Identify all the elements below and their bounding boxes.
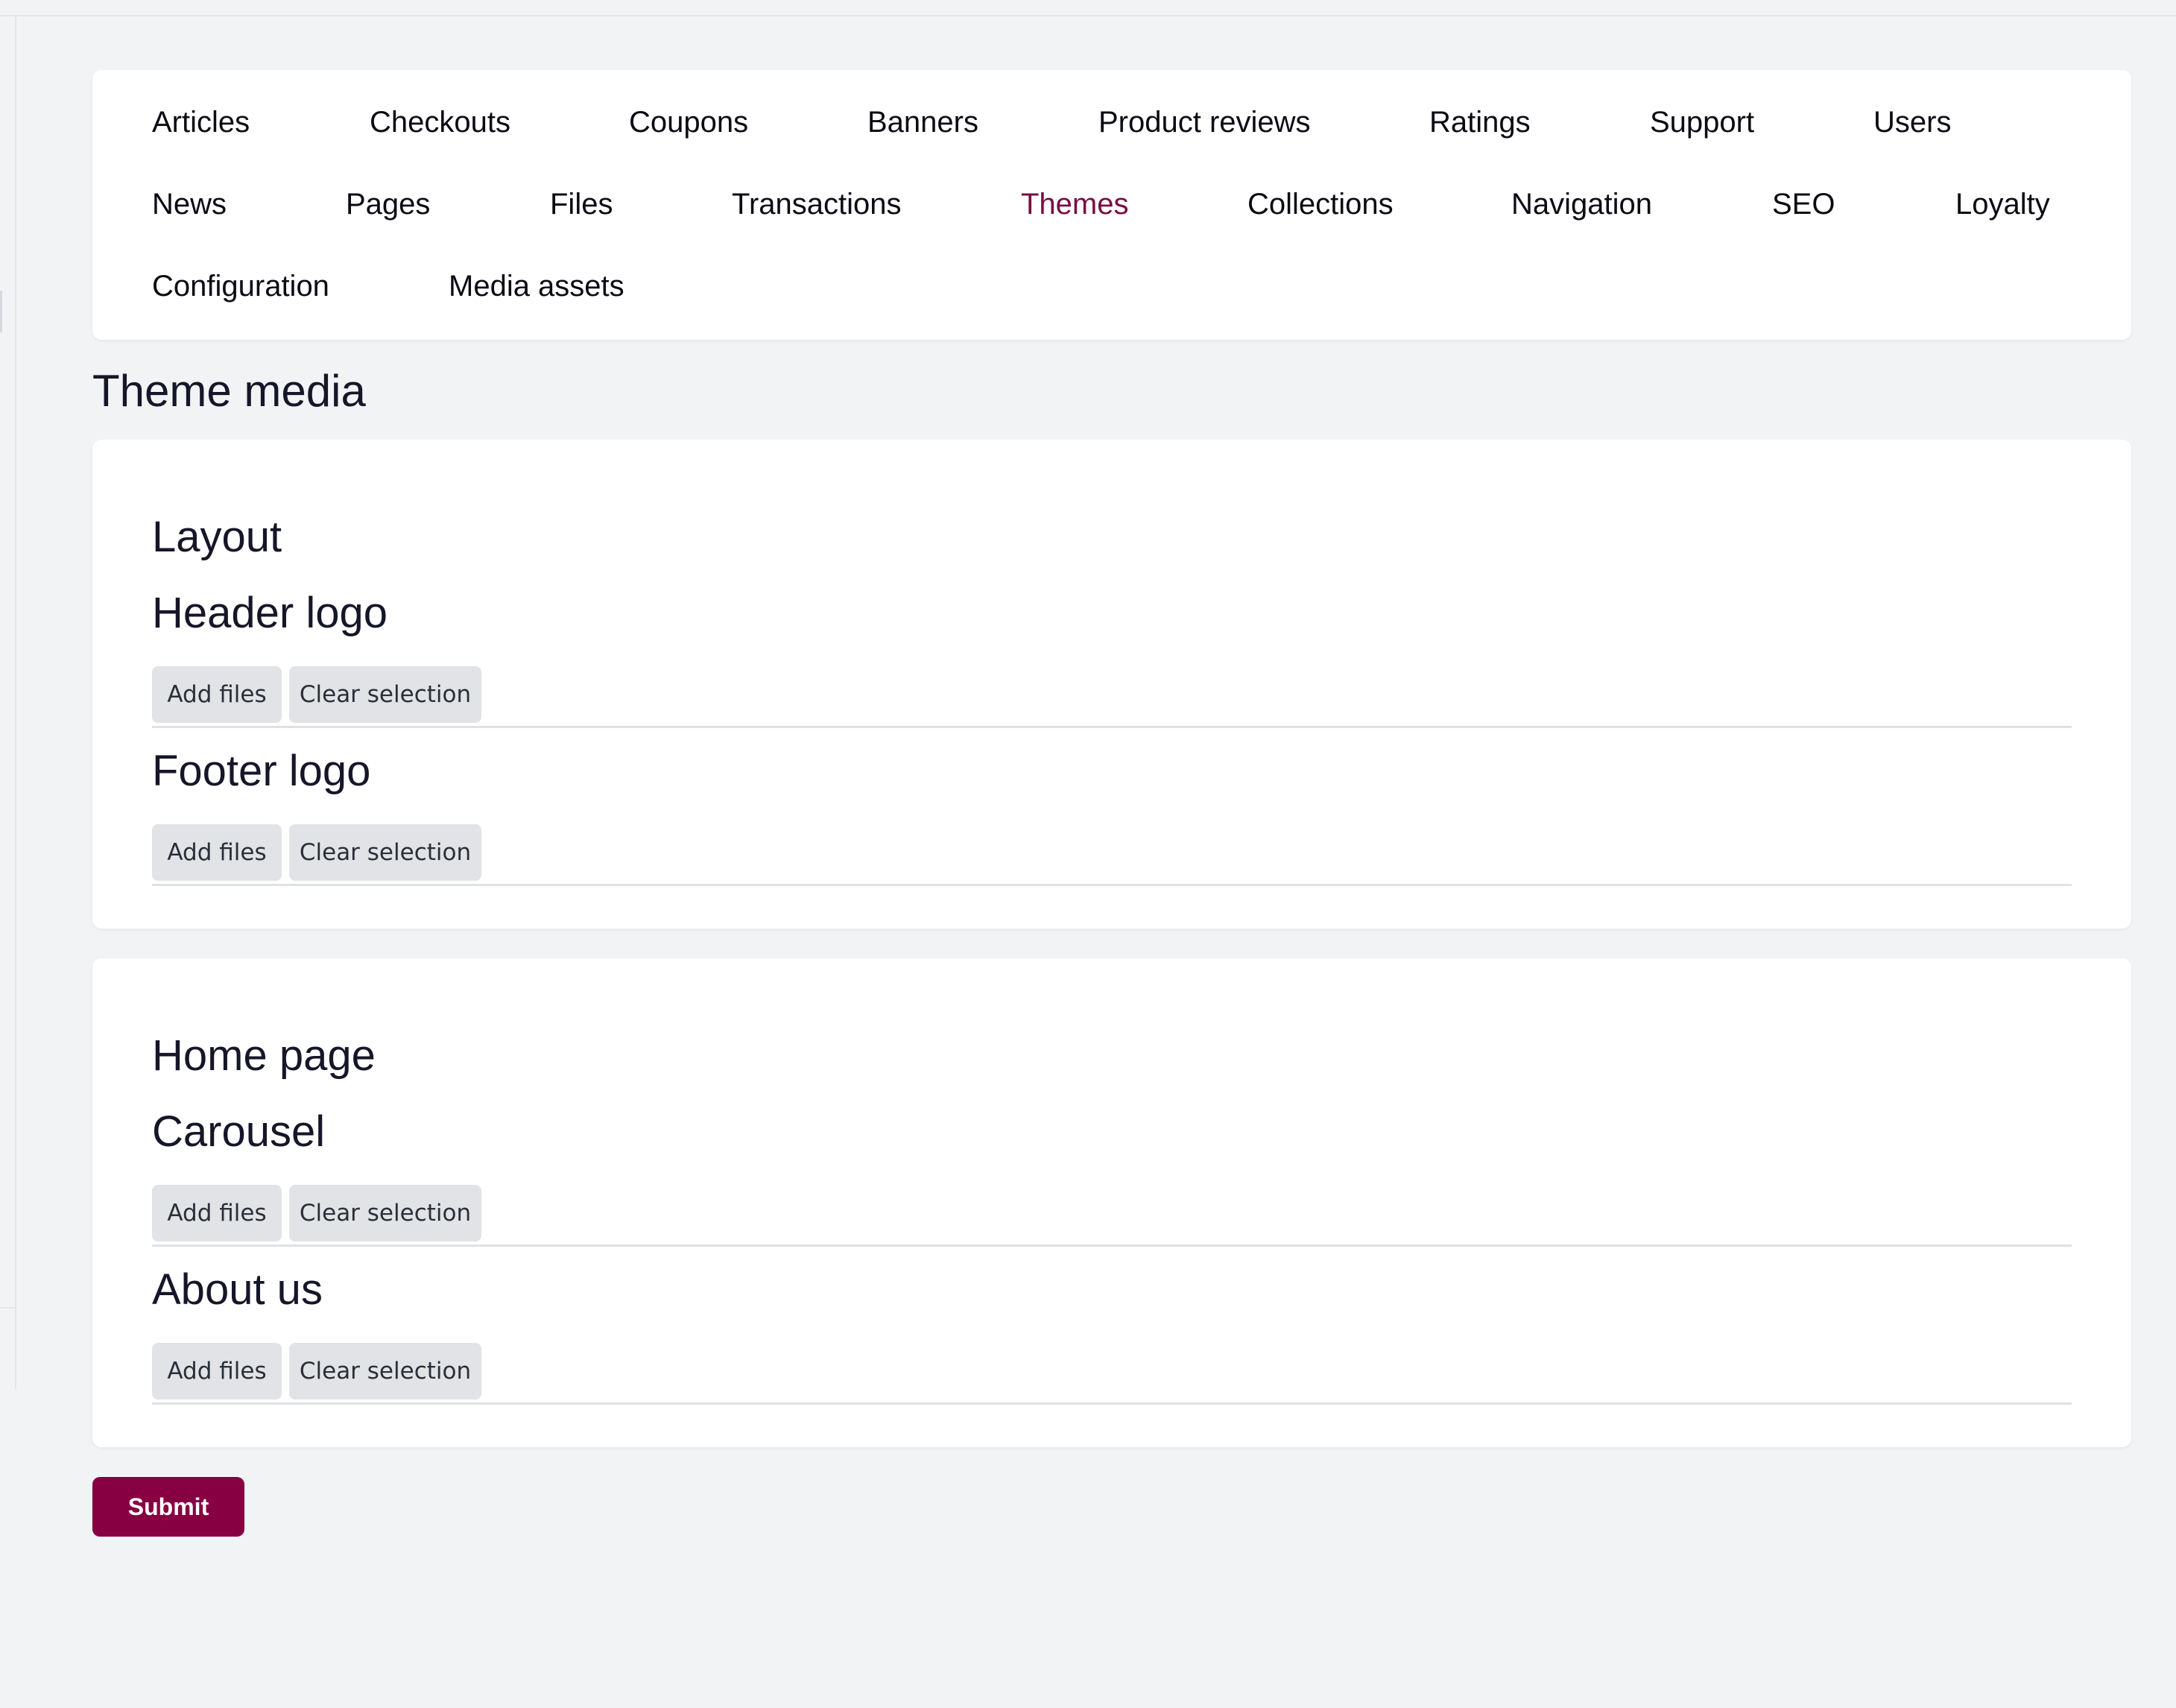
nav-item-seo[interactable]: SEO xyxy=(1772,189,1835,219)
sidebar-divider xyxy=(0,1307,16,1309)
clear-selection-button[interactable]: Clear selection xyxy=(289,666,481,723)
nav-item-news[interactable]: News xyxy=(152,189,227,219)
section-home-page: Home page Carousel Add files Clear selec… xyxy=(92,958,2131,1447)
field-label-about-us: About us xyxy=(152,1265,323,1314)
field-label-header-logo: Header logo xyxy=(152,589,388,637)
nav-item-checkouts[interactable]: Checkouts xyxy=(370,107,510,137)
field-label-carousel: Carousel xyxy=(152,1107,326,1156)
nav-item-navigation[interactable]: Navigation xyxy=(1511,189,1652,219)
nav-item-pages[interactable]: Pages xyxy=(346,189,430,219)
section-title: Home page xyxy=(152,1031,376,1080)
nav-item-coupons[interactable]: Coupons xyxy=(629,107,748,137)
nav-item-files[interactable]: Files xyxy=(550,189,613,219)
add-files-button[interactable]: Add files xyxy=(152,1185,282,1242)
section-layout: Layout Header logo Add files Clear selec… xyxy=(92,440,2131,929)
nav-item-ratings[interactable]: Ratings xyxy=(1429,107,1531,137)
add-files-button[interactable]: Add files xyxy=(152,666,282,723)
nav-item-collections[interactable]: Collections xyxy=(1247,189,1394,219)
sidebar-collapse-handle[interactable] xyxy=(0,291,2,332)
clear-selection-button[interactable]: Clear selection xyxy=(289,1343,481,1399)
field-label-footer-logo: Footer logo xyxy=(152,747,371,795)
left-sidebar-edge xyxy=(0,16,16,1389)
file-picker-carousel: Add files Clear selection xyxy=(152,1185,2072,1247)
file-picker-header-logo: Add files Clear selection xyxy=(152,666,2072,728)
page-title: Theme media xyxy=(92,366,366,416)
nav-item-transactions[interactable]: Transactions xyxy=(732,189,902,219)
top-bar xyxy=(0,0,2176,16)
file-picker-footer-logo: Add files Clear selection xyxy=(152,824,2072,886)
clear-selection-button[interactable]: Clear selection xyxy=(289,824,481,881)
nav-item-configuration[interactable]: Configuration xyxy=(152,271,329,301)
add-files-button[interactable]: Add files xyxy=(152,1343,282,1399)
nav-item-media-assets[interactable]: Media assets xyxy=(449,271,624,301)
nav-item-support[interactable]: Support xyxy=(1650,107,1754,137)
nav-item-loyalty[interactable]: Loyalty xyxy=(1955,189,2050,219)
nav-item-users[interactable]: Users xyxy=(1873,107,1951,137)
nav-item-product-reviews[interactable]: Product reviews xyxy=(1098,107,1311,137)
add-files-button[interactable]: Add files xyxy=(152,824,282,881)
nav-item-articles[interactable]: Articles xyxy=(152,107,250,137)
clear-selection-button[interactable]: Clear selection xyxy=(289,1185,481,1242)
nav-item-banners[interactable]: Banners xyxy=(867,107,978,137)
admin-nav: Articles Checkouts Coupons Banners Produ… xyxy=(92,70,2131,340)
section-title: Layout xyxy=(152,513,282,561)
submit-button[interactable]: Submit xyxy=(92,1477,244,1537)
file-picker-about-us: Add files Clear selection xyxy=(152,1343,2072,1405)
nav-item-themes[interactable]: Themes xyxy=(1021,189,1129,219)
